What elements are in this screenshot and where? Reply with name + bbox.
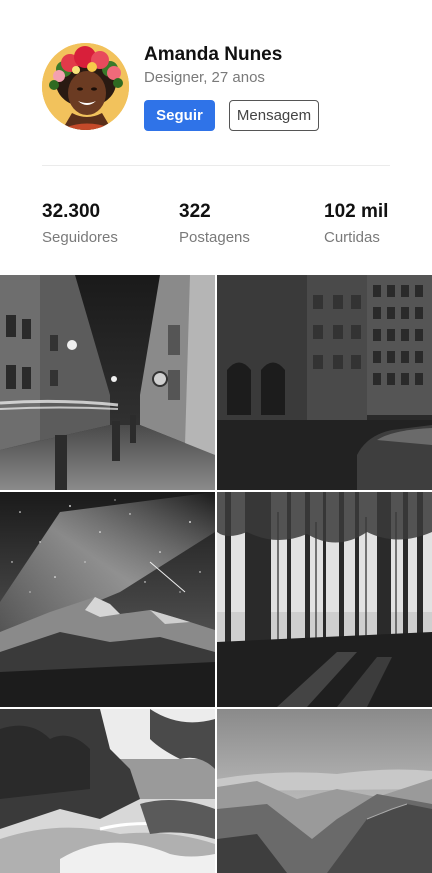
gallery-photo-mountains[interactable] bbox=[217, 709, 432, 873]
gallery-photo-coast[interactable] bbox=[0, 709, 215, 873]
gallery-photo-milky-way[interactable] bbox=[0, 492, 215, 707]
message-button[interactable]: Mensagem bbox=[229, 100, 319, 131]
profile-name: Amanda Nunes bbox=[144, 44, 283, 65]
divider bbox=[42, 165, 390, 166]
gallery-photo-street[interactable] bbox=[0, 275, 215, 490]
stat-value: 32.300 bbox=[42, 201, 101, 222]
profile-subtitle: Designer, 27 anos bbox=[144, 69, 265, 86]
stat-label: Curtidas bbox=[324, 229, 380, 246]
stat-value: 322 bbox=[179, 201, 211, 222]
stat-label: Postagens bbox=[179, 229, 250, 246]
stat-followers: 32.300 Seguidores bbox=[42, 201, 118, 246]
profile-header: Amanda Nunes Designer, 27 anos Seguir Me… bbox=[0, 0, 432, 275]
gallery-photo-forest[interactable] bbox=[217, 492, 432, 707]
stat-value: 102 mil bbox=[324, 201, 389, 222]
follow-button[interactable]: Seguir bbox=[144, 100, 215, 131]
stat-posts: 322 Postagens bbox=[179, 201, 250, 246]
gallery-photo-city[interactable] bbox=[217, 275, 432, 490]
photo-gallery bbox=[0, 275, 432, 873]
stat-likes: 102 mil Curtidas bbox=[324, 201, 388, 246]
avatar[interactable] bbox=[42, 43, 129, 130]
avatar-image bbox=[42, 43, 129, 130]
stat-label: Seguidores bbox=[42, 229, 118, 246]
